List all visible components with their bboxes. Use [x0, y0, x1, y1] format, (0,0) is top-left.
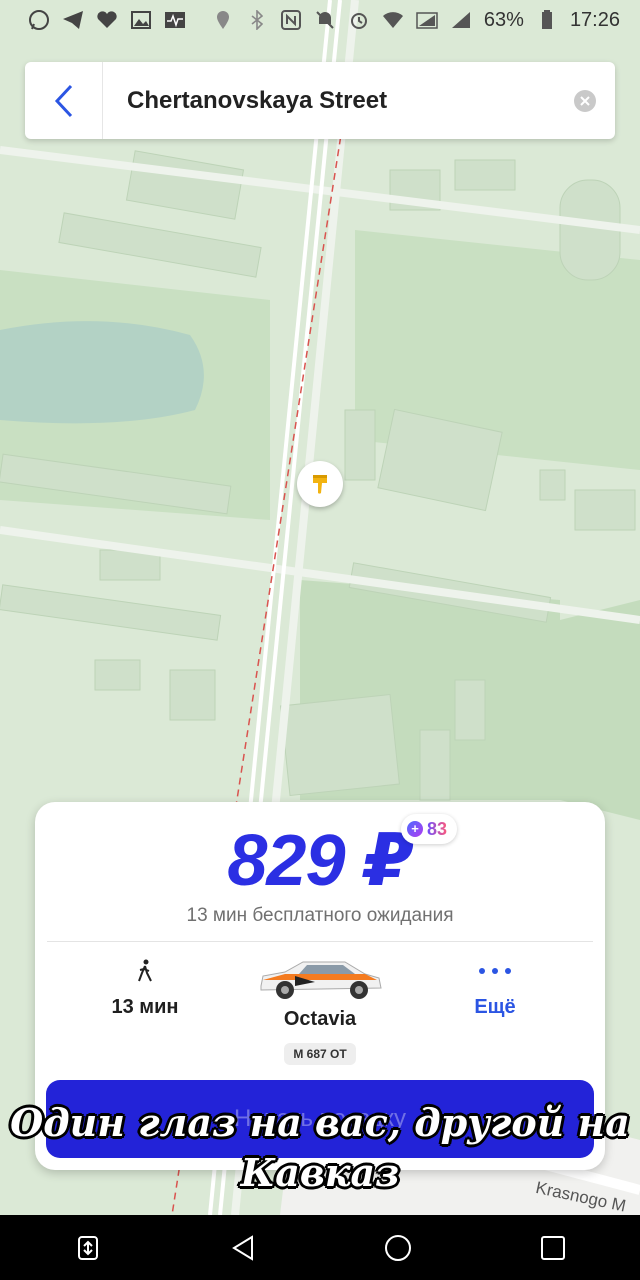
car-plate: М 687 ОТ [284, 1043, 356, 1065]
more-button[interactable]: Ещё [445, 952, 545, 1019]
free-wait-text: 13 мин бесплатного ожидания [186, 905, 454, 926]
car-image [230, 952, 410, 1002]
signal-icon [450, 11, 472, 29]
ride-price[interactable]: 829 ₽ [35, 818, 605, 902]
more-dots-icon [445, 952, 545, 990]
status-bar: 63% 17:26 [0, 0, 640, 40]
status-bar-system: 63% 17:26 [212, 9, 620, 32]
wifi-icon [382, 11, 404, 29]
rotate-icon [77, 1235, 98, 1260]
back-nav-button[interactable] [213, 1218, 273, 1278]
pointing-hand-icon [313, 475, 327, 494]
home-button[interactable] [368, 1218, 428, 1278]
plus-points-badge[interactable]: + 83 [401, 814, 458, 844]
app-switch-button[interactable] [58, 1218, 118, 1278]
mute-icon [314, 11, 336, 29]
more-label: Ещё [474, 996, 516, 1018]
bluetooth-icon [246, 10, 268, 30]
pond [0, 321, 204, 424]
recents-square-icon [540, 1235, 565, 1260]
clock: 17:26 [569, 8, 620, 31]
signal-icon [416, 11, 438, 29]
gallery-icon [130, 11, 152, 29]
back-button[interactable] [25, 62, 103, 139]
close-icon [580, 95, 590, 106]
location-icon [212, 11, 234, 29]
car-option[interactable]: Octavia М 687 ОТ [230, 952, 410, 1065]
address-field[interactable]: Chertanovskaya Street [103, 87, 574, 115]
caption-line-1: Один глаз на вас, другой на [10, 1100, 630, 1145]
whatsapp-icon [28, 10, 50, 30]
divider [47, 941, 593, 942]
navigation-bar [0, 1215, 640, 1280]
overlay-caption: Один глаз на вас, другой на Кавказ [0, 1098, 640, 1198]
walk-time-label: 13 мин [111, 996, 179, 1018]
park-area [560, 600, 640, 820]
pickup-marker[interactable] [297, 461, 343, 507]
walking-person-icon [95, 952, 195, 990]
clear-button[interactable] [574, 89, 596, 112]
health-icon [96, 11, 118, 29]
back-triangle-icon [231, 1234, 253, 1261]
plus-points: 83 [427, 818, 448, 839]
car-model-label: Octavia [283, 1008, 357, 1030]
plus-icon: + [407, 821, 423, 837]
walk-time-option[interactable]: 13 мин [95, 952, 195, 1019]
home-circle-icon [384, 1234, 411, 1261]
nfc-icon [280, 10, 302, 30]
activity-icon [164, 11, 186, 29]
telegram-icon [62, 11, 84, 29]
battery-percent: 63% [483, 8, 524, 31]
status-bar-notifications [28, 10, 186, 30]
recents-button[interactable] [523, 1218, 583, 1278]
chevron-left-icon [54, 84, 72, 117]
address-search-bar[interactable]: Chertanovskaya Street [25, 62, 615, 139]
caption-line-2: Кавказ [240, 1150, 400, 1195]
alarm-icon [348, 11, 370, 29]
battery-icon [536, 10, 558, 29]
